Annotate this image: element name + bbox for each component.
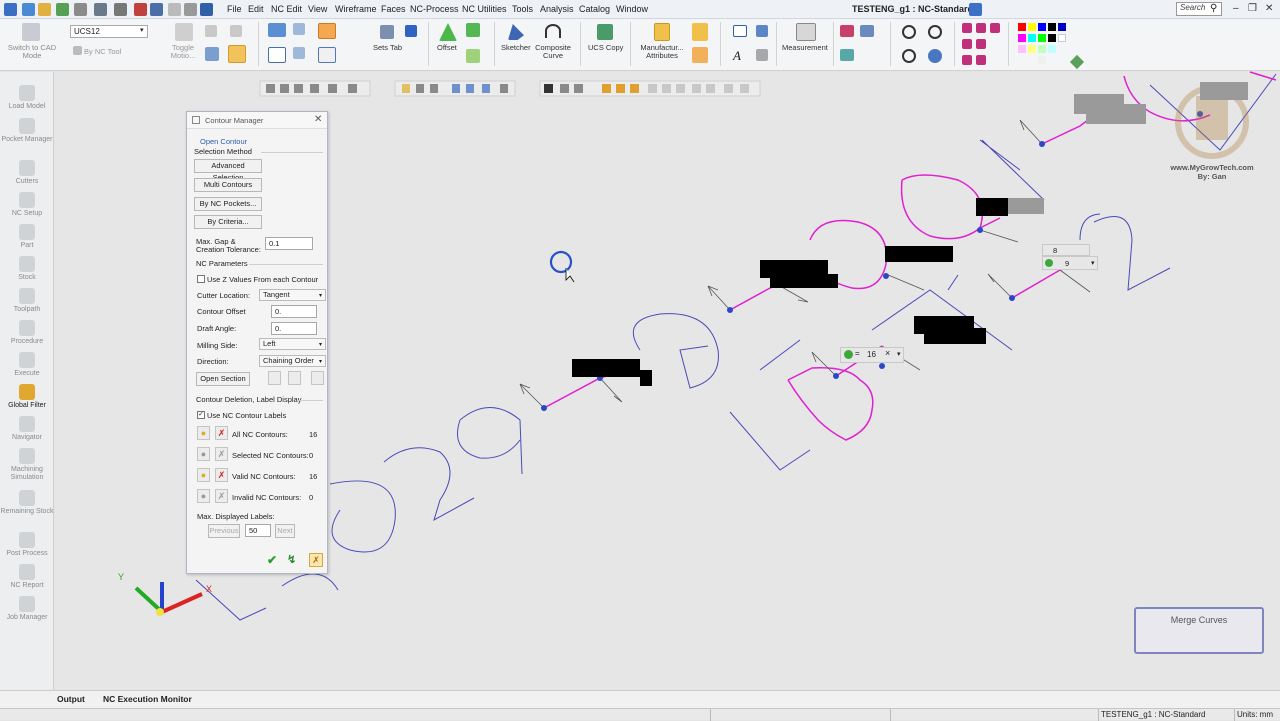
contour-label-redacted [924, 328, 986, 344]
open-section-button[interactable]: Open Section [196, 372, 250, 386]
check-icon [1045, 259, 1053, 267]
selected-nc-contours-label: Selected NC Contours: [232, 451, 309, 460]
chevron-down-icon[interactable]: ▾ [1091, 259, 1095, 267]
contour-label-16[interactable]: = 16 × ▾ [840, 347, 904, 363]
valid-nc-contours-label: Valid NC Contours: [232, 472, 296, 481]
contour-label-redacted [1008, 198, 1044, 214]
max-gap-input[interactable]: 0.1 [265, 237, 313, 250]
status-units: Units: mm [1237, 710, 1273, 719]
chevron-down-icon: ▾ [319, 342, 323, 348]
show-all-bulb-icon[interactable]: ● [197, 426, 210, 440]
check-icon [844, 350, 853, 359]
next-button[interactable]: Next [275, 524, 295, 538]
watermark-author: By: Gan [1197, 172, 1227, 181]
apply-icon[interactable]: ↯ [287, 553, 296, 566]
nc-parameters-heading: NC Parameters [196, 259, 248, 268]
dialog-titlebar: Contour Manager ✕ [187, 112, 327, 129]
direction-label: Direction: [197, 357, 229, 366]
wireframe-text [195, 73, 1277, 621]
contour-offset-label: Contour Offset [197, 307, 246, 316]
chevron-down-icon[interactable]: ▾ [897, 350, 901, 358]
all-nc-contours-value: 16 [309, 430, 318, 439]
use-nc-contour-labels-checkbox[interactable]: ✓ [197, 411, 205, 419]
delete-invalid-icon[interactable]: ✗ [215, 489, 228, 503]
chevron-down-icon: ▾ [319, 293, 323, 299]
watermark-site: www.MyGrowTech.com [1170, 163, 1254, 172]
max-labels-input[interactable]: 50 [245, 524, 271, 537]
section-end-icon[interactable] [288, 371, 301, 385]
close-icon[interactable]: ✕ [314, 114, 322, 125]
contour-offset-input[interactable]: 0. [271, 305, 317, 318]
cutter-location-select[interactable]: Tangent [259, 289, 326, 301]
tab-nc-execution-monitor[interactable]: NC Execution Monitor [103, 694, 192, 704]
axis-y-label: Y [118, 572, 125, 582]
contour-nodes [541, 111, 1203, 411]
dialog-icon [192, 116, 200, 124]
creation-tolerance-label: Creation Tolerance: [196, 245, 261, 254]
ok-check-icon[interactable]: ✔ [267, 553, 277, 567]
contour-label-8[interactable]: 8 [1042, 244, 1090, 256]
by-nc-pockets-button[interactable]: By NC Pockets... [194, 197, 262, 211]
cutter-location-label: Cutter Location: [197, 291, 250, 300]
status-bar: TESTENG_g1 : NC-Standard Units: mm [0, 708, 1280, 721]
delete-selected-icon[interactable]: ✗ [215, 447, 228, 461]
milling-side-label: Milling Side: [197, 341, 238, 350]
show-invalid-bulb-icon[interactable]: ● [197, 489, 210, 503]
by-criteria-button[interactable]: By Criteria... [194, 215, 262, 229]
multi-contours-button[interactable]: Multi Contours [194, 178, 262, 192]
chevron-down-icon: ▾ [319, 359, 323, 365]
show-selected-bulb-icon[interactable]: ● [197, 447, 210, 461]
close-icon[interactable]: × [885, 348, 890, 358]
delete-valid-icon[interactable]: ✗ [215, 468, 228, 482]
contour-label-value: 16 [867, 350, 876, 359]
contour-label-redacted [572, 359, 640, 377]
axis-x-label: X [206, 584, 213, 594]
invalid-nc-contours-value: 0 [309, 493, 314, 502]
draft-angle-label: Draft Angle: [197, 324, 237, 333]
contour-label-redacted [1200, 82, 1248, 100]
use-z-values-label: Use Z Values From each Contour [207, 275, 319, 284]
use-z-values-checkbox[interactable] [197, 275, 205, 283]
cursor-circle [549, 250, 573, 274]
view-toolbar[interactable] [259, 80, 761, 97]
valid-nc-contours-value: 16 [309, 472, 318, 481]
selected-nc-contours-value: 0 [309, 451, 314, 460]
section-start-icon[interactable] [268, 371, 281, 385]
section-reset-icon[interactable] [311, 371, 324, 385]
advanced-selection-button[interactable]: Advanced Selection [194, 159, 262, 182]
contour-label-9[interactable]: 9 ▾ [1042, 256, 1098, 270]
contour-label-redacted [1086, 104, 1146, 124]
watermark-text: www.MyGrowTech.com By: Gan [1164, 163, 1260, 181]
axis-triad [134, 582, 203, 616]
cancel-icon[interactable]: ✗ [309, 553, 323, 567]
milling-side-select[interactable]: Left [259, 338, 326, 350]
direction-select[interactable]: Chaining Order [259, 355, 326, 367]
deletion-label-heading: Contour Deletion, Label Display [196, 395, 302, 404]
all-nc-contours-label: All NC Contours: [232, 430, 288, 439]
max-displayed-labels-label: Max. Displayed Labels: [197, 512, 275, 521]
invalid-nc-contours-label: Invalid NC Contours: [232, 493, 302, 502]
use-nc-contour-labels-label: Use NC Contour Labels [207, 411, 287, 420]
contour-label-redacted [976, 198, 1008, 216]
selection-method-heading: Selection Method [194, 147, 252, 156]
show-valid-bulb-icon[interactable]: ● [197, 468, 210, 482]
contour-label-value: 9 [1065, 259, 1070, 268]
contour-label-redacted [770, 274, 838, 288]
contour-label-value: 8 [1053, 246, 1058, 255]
contour-manager-dialog: Contour Manager ✕ Open Contour Selection… [186, 111, 328, 574]
contour-label-redacted [640, 370, 652, 386]
contour-label-redacted [885, 246, 953, 262]
bottom-tabs: Output NC Execution Monitor [0, 690, 1280, 708]
merge-curves-button[interactable]: Merge Curves [1134, 607, 1264, 654]
status-file: TESTENG_g1 : NC-Standard [1101, 710, 1206, 719]
dialog-title: Contour Manager [205, 116, 264, 125]
draft-angle-input[interactable]: 0. [271, 322, 317, 335]
tab-output[interactable]: Output [57, 694, 85, 704]
open-contour-tab[interactable]: Open Contour [200, 137, 247, 146]
delete-all-icon[interactable]: ✗ [215, 426, 228, 440]
previous-button[interactable]: Previous [208, 524, 240, 538]
